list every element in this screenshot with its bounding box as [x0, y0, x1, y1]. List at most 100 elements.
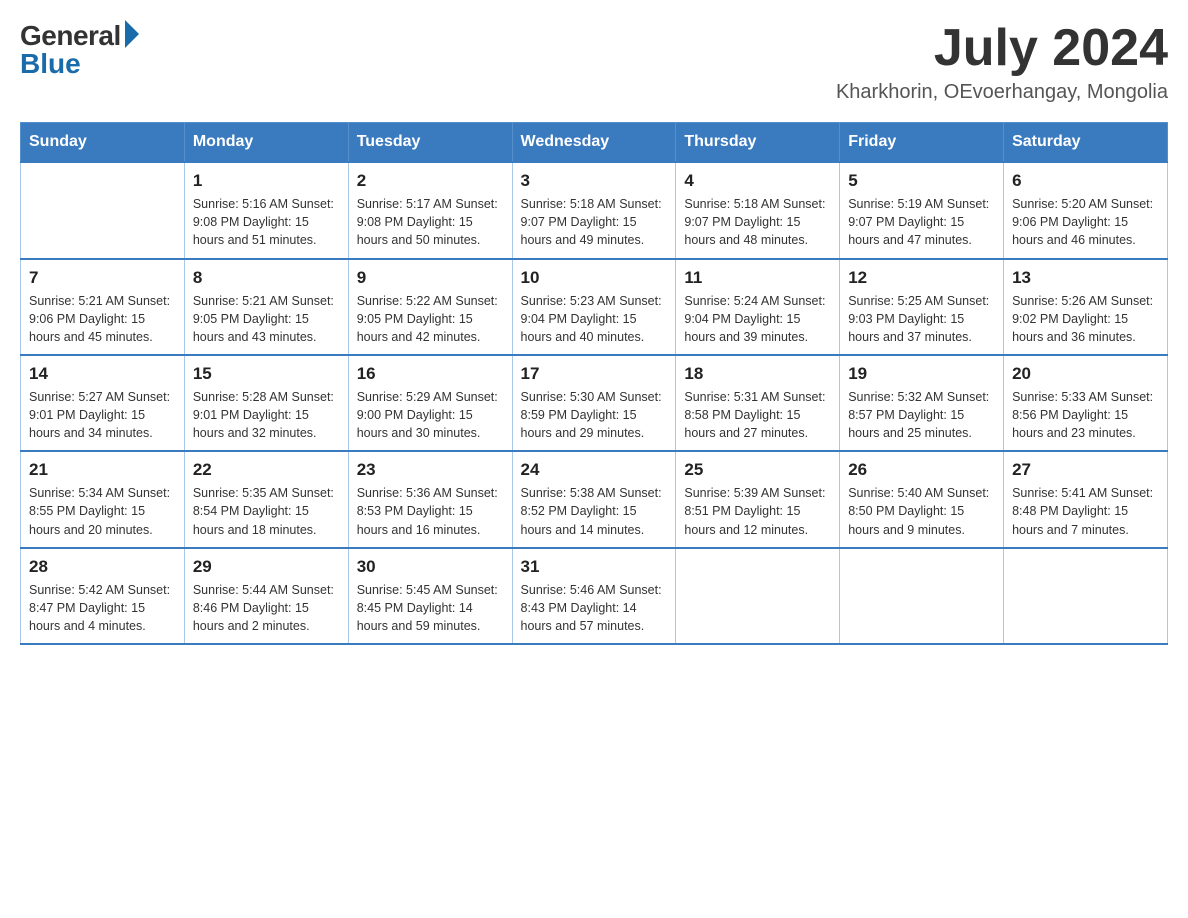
day-info: Sunrise: 5:41 AM Sunset: 8:48 PM Dayligh…: [1012, 484, 1159, 538]
day-number: 24: [521, 460, 668, 480]
calendar-cell: 20 Sunrise: 5:33 AM Sunset: 8:56 PM Dayli…: [1004, 355, 1168, 451]
day-number: 3: [521, 171, 668, 191]
day-info: Sunrise: 5:21 AM Sunset: 9:05 PM Dayligh…: [193, 292, 340, 346]
day-number: 21: [29, 460, 176, 480]
day-info: Sunrise: 5:29 AM Sunset: 9:00 PM Dayligh…: [357, 388, 504, 442]
day-number: 8: [193, 268, 340, 288]
day-number: 2: [357, 171, 504, 191]
day-number: 15: [193, 364, 340, 384]
day-info: Sunrise: 5:40 AM Sunset: 8:50 PM Dayligh…: [848, 484, 995, 538]
day-number: 13: [1012, 268, 1159, 288]
day-of-week-header: Monday: [184, 123, 348, 163]
day-info: Sunrise: 5:23 AM Sunset: 9:04 PM Dayligh…: [521, 292, 668, 346]
day-info: Sunrise: 5:17 AM Sunset: 9:08 PM Dayligh…: [357, 195, 504, 249]
calendar-cell: 4 Sunrise: 5:18 AM Sunset: 9:07 PM Daylig…: [676, 162, 840, 258]
day-number: 12: [848, 268, 995, 288]
calendar-week-row: 21 Sunrise: 5:34 AM Sunset: 8:55 PM Dayli…: [21, 451, 1168, 547]
calendar-cell: 29 Sunrise: 5:44 AM Sunset: 8:46 PM Dayli…: [184, 548, 348, 644]
day-number: 26: [848, 460, 995, 480]
day-number: 1: [193, 171, 340, 191]
day-number: 31: [521, 557, 668, 577]
day-info: Sunrise: 5:27 AM Sunset: 9:01 PM Dayligh…: [29, 388, 176, 442]
calendar-cell: 15 Sunrise: 5:28 AM Sunset: 9:01 PM Dayli…: [184, 355, 348, 451]
day-number: 20: [1012, 364, 1159, 384]
day-info: Sunrise: 5:45 AM Sunset: 8:45 PM Dayligh…: [357, 581, 504, 635]
day-number: 19: [848, 364, 995, 384]
day-info: Sunrise: 5:25 AM Sunset: 9:03 PM Dayligh…: [848, 292, 995, 346]
calendar-week-row: 28Sunrise: 5:42 AM Sunset: 8:47 PM Dayli…: [21, 548, 1168, 644]
logo-blue-text: Blue: [20, 48, 81, 80]
calendar-cell: 2 Sunrise: 5:17 AM Sunset: 9:08 PM Daylig…: [348, 162, 512, 258]
calendar-week-row: 14 Sunrise: 5:27 AM Sunset: 9:01 PM Dayli…: [21, 355, 1168, 451]
calendar-cell: 1 Sunrise: 5:16 AM Sunset: 9:08 PM Daylig…: [184, 162, 348, 258]
calendar-cell: 22Sunrise: 5:35 AM Sunset: 8:54 PM Dayli…: [184, 451, 348, 547]
calendar-cell: 16 Sunrise: 5:29 AM Sunset: 9:00 PM Dayli…: [348, 355, 512, 451]
day-info: Sunrise: 5:18 AM Sunset: 9:07 PM Dayligh…: [684, 195, 831, 249]
calendar-week-row: 7 Sunrise: 5:21 AM Sunset: 9:06 PM Daylig…: [21, 259, 1168, 355]
day-info: Sunrise: 5:44 AM Sunset: 8:46 PM Dayligh…: [193, 581, 340, 635]
calendar-cell: 13 Sunrise: 5:26 AM Sunset: 9:02 PM Dayli…: [1004, 259, 1168, 355]
day-of-week-header: Thursday: [676, 123, 840, 163]
calendar-week-row: 1 Sunrise: 5:16 AM Sunset: 9:08 PM Daylig…: [21, 162, 1168, 258]
logo: General Blue: [20, 20, 139, 80]
day-info: Sunrise: 5:38 AM Sunset: 8:52 PM Dayligh…: [521, 484, 668, 538]
day-info: Sunrise: 5:18 AM Sunset: 9:07 PM Dayligh…: [521, 195, 668, 249]
day-info: Sunrise: 5:22 AM Sunset: 9:05 PM Dayligh…: [357, 292, 504, 346]
calendar-cell: 28Sunrise: 5:42 AM Sunset: 8:47 PM Dayli…: [21, 548, 185, 644]
day-number: 5: [848, 171, 995, 191]
day-number: 16: [357, 364, 504, 384]
calendar-cell: 24 Sunrise: 5:38 AM Sunset: 8:52 PM Dayli…: [512, 451, 676, 547]
day-of-week-header: Tuesday: [348, 123, 512, 163]
day-of-week-header: Sunday: [21, 123, 185, 163]
month-year-title: July 2024: [836, 20, 1168, 77]
calendar-cell: 3 Sunrise: 5:18 AM Sunset: 9:07 PM Daylig…: [512, 162, 676, 258]
day-of-week-header: Saturday: [1004, 123, 1168, 163]
calendar-cell: 25Sunrise: 5:39 AM Sunset: 8:51 PM Dayli…: [676, 451, 840, 547]
calendar-cell: 18 Sunrise: 5:31 AM Sunset: 8:58 PM Dayli…: [676, 355, 840, 451]
location-subtitle: Kharkhorin, OEvoerhangay, Mongolia: [836, 81, 1168, 104]
day-number: 4: [684, 171, 831, 191]
calendar-cell: 10 Sunrise: 5:23 AM Sunset: 9:04 PM Dayli…: [512, 259, 676, 355]
calendar-cell: 7 Sunrise: 5:21 AM Sunset: 9:06 PM Daylig…: [21, 259, 185, 355]
day-number: 30: [357, 557, 504, 577]
day-of-week-header: Friday: [840, 123, 1004, 163]
day-number: 17: [521, 364, 668, 384]
calendar-cell: [1004, 548, 1168, 644]
calendar-cell: 14 Sunrise: 5:27 AM Sunset: 9:01 PM Dayli…: [21, 355, 185, 451]
day-info: Sunrise: 5:32 AM Sunset: 8:57 PM Dayligh…: [848, 388, 995, 442]
day-info: Sunrise: 5:21 AM Sunset: 9:06 PM Dayligh…: [29, 292, 176, 346]
day-number: 6: [1012, 171, 1159, 191]
day-info: Sunrise: 5:34 AM Sunset: 8:55 PM Dayligh…: [29, 484, 176, 538]
calendar-cell: [21, 162, 185, 258]
calendar-cell: 31Sunrise: 5:46 AM Sunset: 8:43 PM Dayli…: [512, 548, 676, 644]
day-of-week-header: Wednesday: [512, 123, 676, 163]
day-number: 7: [29, 268, 176, 288]
calendar-cell: 27Sunrise: 5:41 AM Sunset: 8:48 PM Dayli…: [1004, 451, 1168, 547]
day-number: 9: [357, 268, 504, 288]
day-info: Sunrise: 5:30 AM Sunset: 8:59 PM Dayligh…: [521, 388, 668, 442]
day-number: 25: [684, 460, 831, 480]
calendar-cell: 9 Sunrise: 5:22 AM Sunset: 9:05 PM Daylig…: [348, 259, 512, 355]
day-info: Sunrise: 5:28 AM Sunset: 9:01 PM Dayligh…: [193, 388, 340, 442]
title-block: July 2024 Kharkhorin, OEvoerhangay, Mong…: [836, 20, 1168, 104]
calendar-cell: 11Sunrise: 5:24 AM Sunset: 9:04 PM Dayli…: [676, 259, 840, 355]
calendar-cell: 12 Sunrise: 5:25 AM Sunset: 9:03 PM Dayli…: [840, 259, 1004, 355]
day-info: Sunrise: 5:26 AM Sunset: 9:02 PM Dayligh…: [1012, 292, 1159, 346]
day-info: Sunrise: 5:16 AM Sunset: 9:08 PM Dayligh…: [193, 195, 340, 249]
calendar-cell: 6 Sunrise: 5:20 AM Sunset: 9:06 PM Daylig…: [1004, 162, 1168, 258]
calendar-cell: [676, 548, 840, 644]
calendar-table: SundayMondayTuesdayWednesdayThursdayFrid…: [20, 122, 1168, 645]
logo-arrow-icon: [125, 20, 139, 48]
calendar-cell: 30 Sunrise: 5:45 AM Sunset: 8:45 PM Dayli…: [348, 548, 512, 644]
day-info: Sunrise: 5:31 AM Sunset: 8:58 PM Dayligh…: [684, 388, 831, 442]
day-info: Sunrise: 5:42 AM Sunset: 8:47 PM Dayligh…: [29, 581, 176, 635]
day-number: 23: [357, 460, 504, 480]
day-number: 18: [684, 364, 831, 384]
day-info: Sunrise: 5:33 AM Sunset: 8:56 PM Dayligh…: [1012, 388, 1159, 442]
calendar-cell: 8 Sunrise: 5:21 AM Sunset: 9:05 PM Daylig…: [184, 259, 348, 355]
calendar-cell: 5Sunrise: 5:19 AM Sunset: 9:07 PM Daylig…: [840, 162, 1004, 258]
day-info: Sunrise: 5:20 AM Sunset: 9:06 PM Dayligh…: [1012, 195, 1159, 249]
day-number: 10: [521, 268, 668, 288]
day-number: 29: [193, 557, 340, 577]
day-number: 14: [29, 364, 176, 384]
